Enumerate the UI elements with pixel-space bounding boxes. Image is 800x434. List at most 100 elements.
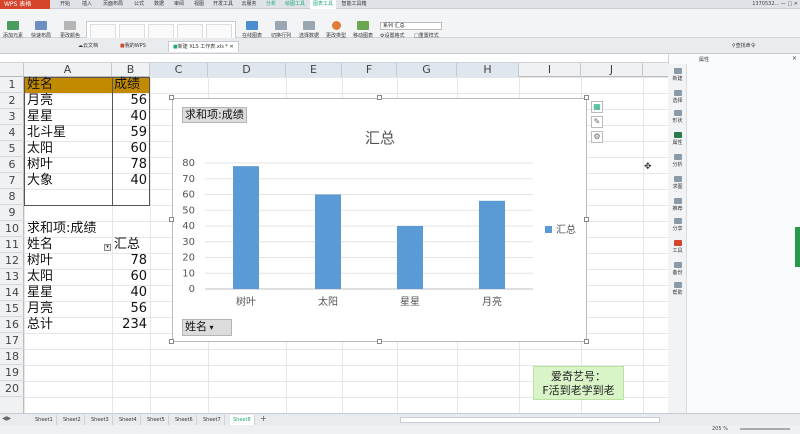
plot-area[interactable]: 0 10 20 30 40 50 60 70 80 树叶 太阳 星星 月亮 汇总 xyxy=(182,158,576,308)
pivot-total-label[interactable]: 总计 xyxy=(27,317,53,333)
resize-handle[interactable] xyxy=(169,95,174,100)
table-cell-name[interactable]: 树叶 xyxy=(27,157,53,173)
select-all-corner[interactable] xyxy=(0,63,24,77)
column-header-d[interactable]: D xyxy=(208,63,286,77)
chart-settings-icon[interactable]: ⚙ xyxy=(591,131,603,143)
pivot-cell-value[interactable]: 60 xyxy=(112,269,150,285)
chart-style-option[interactable] xyxy=(206,24,232,39)
axis-field-button[interactable]: 姓名 ▾ xyxy=(182,319,232,336)
column-header-f[interactable]: F xyxy=(342,63,397,77)
wps-brand-button[interactable]: WPS 表格 xyxy=(0,0,50,9)
row-header[interactable]: 19 xyxy=(0,365,24,381)
table-cell-name[interactable]: 太阳 xyxy=(27,141,53,157)
zoom-level[interactable]: 205 % xyxy=(712,425,728,434)
row-header[interactable]: 4 xyxy=(0,125,24,141)
tool-select[interactable]: 选择 xyxy=(668,90,687,104)
menu-tab-view[interactable]: 视图 xyxy=(190,0,208,9)
sheet-tab[interactable]: Sheet6 xyxy=(172,415,197,425)
chart-elements-icon[interactable]: ▦ xyxy=(591,101,603,113)
value-field-button[interactable]: 求和项:成绩 xyxy=(182,107,247,123)
menu-tab-smart-toolbox[interactable]: 智能工具箱 xyxy=(338,0,370,9)
row-header[interactable]: 18 xyxy=(0,349,24,365)
row-header[interactable]: 14 xyxy=(0,285,24,301)
row-header[interactable]: 12 xyxy=(0,253,24,269)
column-header-a[interactable]: A xyxy=(24,63,112,77)
row-header[interactable]: 17 xyxy=(0,333,24,349)
change-color-button[interactable]: 更改颜色 xyxy=(58,21,82,39)
menu-tab-cloud[interactable]: 云服务 xyxy=(238,0,260,9)
table-cell-score[interactable]: 78 xyxy=(112,157,150,173)
table-header-score[interactable]: 成绩 xyxy=(114,77,140,93)
tool-analyze[interactable]: 分析 xyxy=(668,154,687,168)
change-type-button[interactable]: 更改类型 xyxy=(324,21,348,39)
column-header-e[interactable]: E xyxy=(286,63,342,77)
table-cell-score[interactable]: 60 xyxy=(112,141,150,157)
resize-handle[interactable] xyxy=(169,339,174,344)
maximize-icon[interactable]: □ xyxy=(787,1,792,7)
resize-handle[interactable] xyxy=(377,95,382,100)
column-header-c[interactable]: C xyxy=(150,63,208,77)
row-header[interactable]: 6 xyxy=(0,157,24,173)
online-chart-button[interactable]: 在线图表 xyxy=(240,21,264,39)
tool-properties[interactable]: 属性 xyxy=(668,132,687,146)
chart-bar[interactable] xyxy=(233,166,259,289)
select-data-button[interactable]: 选择数据 xyxy=(296,21,322,39)
column-header-g[interactable]: G xyxy=(397,63,457,77)
table-cell-name[interactable]: 星星 xyxy=(27,109,53,125)
pivot-total-value[interactable]: 234 xyxy=(112,317,150,333)
column-header-h[interactable]: H xyxy=(457,63,519,77)
column-header-j[interactable]: J xyxy=(581,63,643,77)
zoom-slider[interactable] xyxy=(740,428,790,430)
tool-tools[interactable]: 工具 xyxy=(668,240,687,254)
row-header[interactable]: 7 xyxy=(0,173,24,189)
sheet-tab[interactable]: Sheet4 xyxy=(116,415,141,425)
menu-tab-drawing-tools[interactable]: 绘图工具 xyxy=(282,0,308,9)
table-cell-score[interactable]: 59 xyxy=(112,125,150,141)
tab-cloud-docs[interactable]: ☁云文档 xyxy=(74,41,102,52)
pivot-cell-name[interactable]: 星星 xyxy=(27,285,53,301)
row-header[interactable]: 15 xyxy=(0,301,24,317)
chart-bar[interactable] xyxy=(315,194,341,290)
chart-style-option[interactable] xyxy=(90,24,116,39)
chart-style-option[interactable] xyxy=(177,24,203,39)
row-header[interactable]: 16 xyxy=(0,317,24,333)
menu-tab-analyze[interactable]: 分析 xyxy=(262,0,280,9)
sheet-tab[interactable]: Sheet3 xyxy=(88,415,113,425)
resize-handle[interactable] xyxy=(377,339,382,344)
table-cell-name[interactable]: 北斗星 xyxy=(27,125,66,141)
row-header[interactable]: 3 xyxy=(0,109,24,125)
row-header[interactable]: 9 xyxy=(0,205,24,221)
switch-row-col-button[interactable]: 切换行列 xyxy=(268,21,294,39)
table-cell-name[interactable]: 月亮 xyxy=(27,93,53,109)
row-header[interactable]: 13 xyxy=(0,269,24,285)
pivot-cell-name[interactable]: 月亮 xyxy=(27,301,53,317)
resize-handle[interactable] xyxy=(584,95,589,100)
table-cell-name[interactable]: 大象 xyxy=(27,173,53,189)
tool-share[interactable]: 分享 xyxy=(668,218,687,232)
row-header[interactable]: 20 xyxy=(0,381,24,397)
sheet-tab[interactable]: Sheet7 xyxy=(200,415,225,425)
pivot-cell-value[interactable]: 56 xyxy=(112,301,150,317)
tool-backup[interactable]: 备份 xyxy=(668,262,687,276)
pivot-chart[interactable]: 汇总 0 10 20 30 40 50 60 70 80 树叶 太阳 星星 月亮 汇总 求和项:成绩 姓名… xyxy=(172,98,587,342)
row-header[interactable]: 10 xyxy=(0,221,24,237)
menu-tab-start[interactable]: 开始 xyxy=(54,0,76,9)
tool-shape[interactable]: 形状 xyxy=(668,110,687,124)
chart-style-option[interactable] xyxy=(148,24,174,39)
row-header[interactable]: 5 xyxy=(0,141,24,157)
table-cell-score[interactable]: 40 xyxy=(112,109,150,125)
chart-bar[interactable] xyxy=(479,200,505,289)
resize-handle[interactable] xyxy=(584,339,589,344)
column-header-b[interactable]: B xyxy=(112,63,150,77)
pivot-header-total[interactable]: 汇总 xyxy=(114,237,140,253)
menu-tab-data[interactable]: 数据 xyxy=(150,0,168,9)
table-header-name[interactable]: 姓名 xyxy=(27,77,53,93)
pivot-title[interactable]: 求和项:成绩 xyxy=(27,221,96,237)
resize-handle[interactable] xyxy=(169,217,174,222)
menu-tab-chart-tools[interactable]: 图表工具 xyxy=(310,0,336,9)
row-header[interactable]: 1 xyxy=(0,77,24,93)
tool-new[interactable]: 新建 xyxy=(668,68,687,82)
resize-handle[interactable] xyxy=(584,217,589,222)
sheet-tab-active[interactable]: Sheet8 xyxy=(230,415,255,425)
sheet-tab[interactable]: Sheet2 xyxy=(60,415,85,425)
